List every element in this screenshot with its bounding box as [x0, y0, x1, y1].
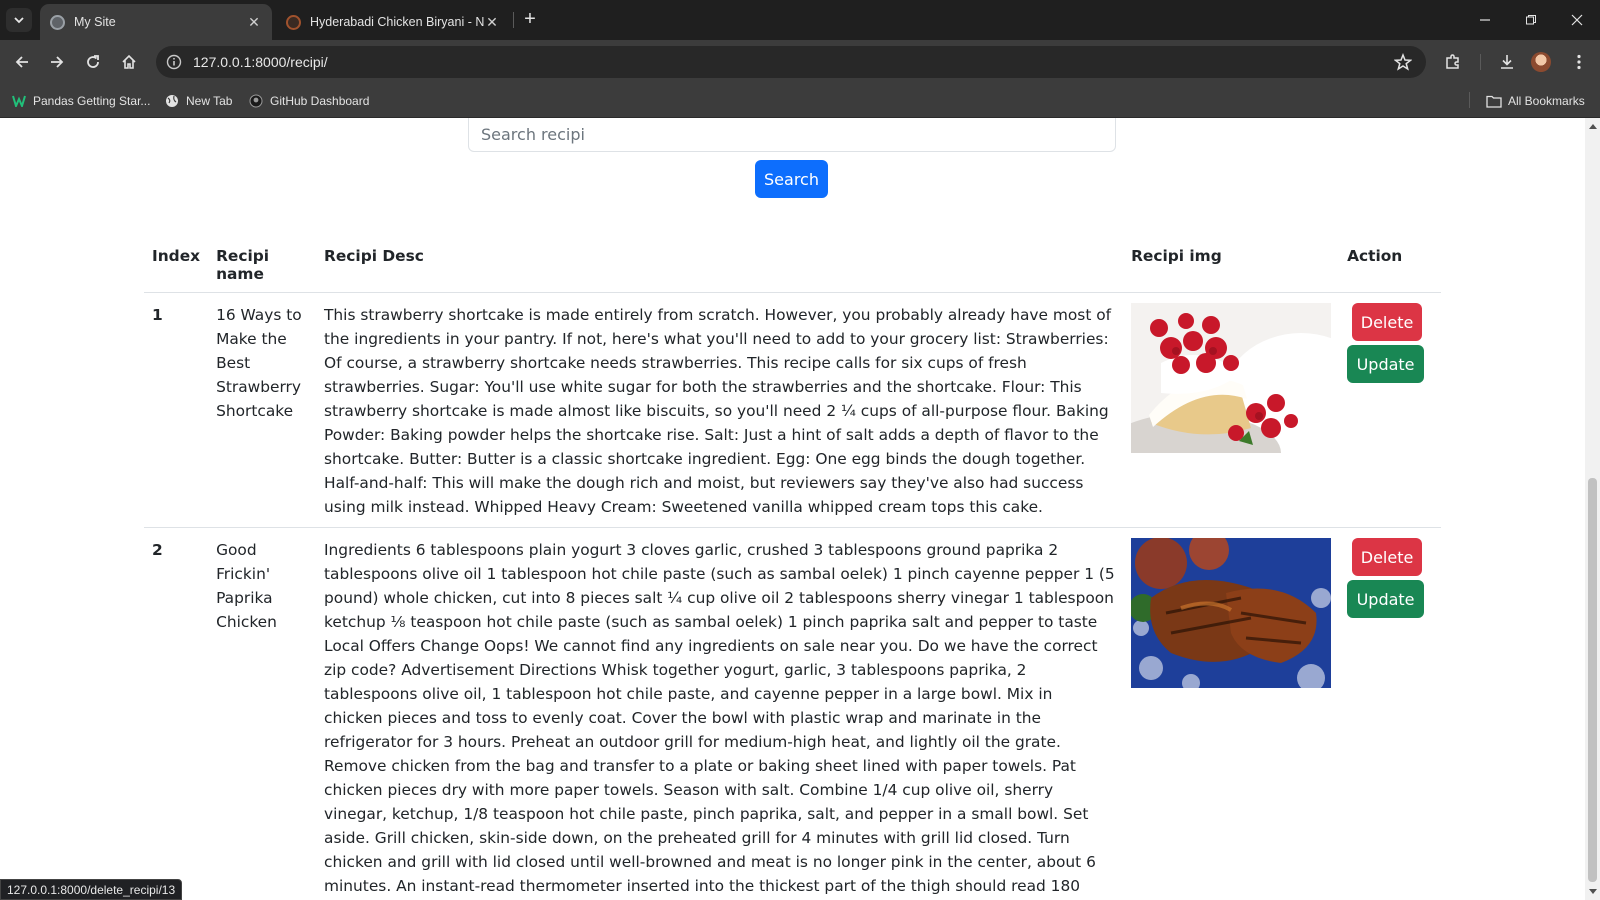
close-tab-icon[interactable]: ✕ — [246, 14, 262, 31]
table-row: 1 16 Ways to Make the Best Strawberry Sh… — [144, 292, 1441, 528]
site-favicon-icon — [286, 14, 301, 30]
bookmark-label: GitHub Dashboard — [270, 94, 370, 108]
header-img: Recipi img — [1123, 239, 1340, 293]
site-info-icon[interactable] — [165, 53, 183, 71]
site-favicon-icon — [50, 14, 65, 30]
search-button[interactable]: Search — [755, 160, 828, 198]
recipe-table: Index Recipi name Recipi Desc Recipi img… — [144, 239, 1441, 900]
address-bar[interactable]: 127.0.0.1:8000/recipi/ — [156, 46, 1426, 78]
all-bookmarks-label: All Bookmarks — [1508, 94, 1585, 108]
close-window-icon[interactable] — [1554, 0, 1600, 40]
scroll-down-arrow-icon[interactable] — [1589, 889, 1597, 894]
reload-icon[interactable] — [81, 50, 105, 74]
header-action: Action — [1339, 239, 1441, 293]
update-button[interactable]: Update — [1347, 580, 1425, 618]
menu-kebab-icon[interactable] — [1567, 50, 1591, 74]
bookmark-pandas[interactable]: Pandas Getting Star... — [11, 93, 150, 109]
search-input[interactable] — [468, 118, 1116, 152]
download-icon[interactable] — [1495, 50, 1519, 74]
github-icon — [248, 93, 264, 109]
table-header-row: Index Recipi name Recipi Desc Recipi img… — [144, 239, 1441, 293]
new-tab-icon[interactable]: + — [518, 9, 542, 31]
delete-button[interactable]: Delete — [1352, 303, 1423, 341]
delete-button[interactable]: Delete — [1352, 538, 1423, 576]
recipe-desc: Ingredients 6 tablespoons plain yogurt 3… — [316, 527, 1124, 900]
tab-separator — [513, 12, 514, 28]
profile-avatar[interactable] — [1531, 52, 1551, 72]
globe-icon — [164, 93, 180, 109]
restore-icon[interactable] — [1508, 0, 1554, 40]
bookmarks-separator — [1469, 92, 1470, 108]
paprika-chicken-photo — [1131, 538, 1332, 688]
table-row: 2 Good Frickin' Paprika Chicken Ingredie… — [144, 527, 1441, 900]
tab-search-chevron-icon[interactable] — [6, 8, 32, 32]
row-index: 2 — [144, 527, 209, 900]
back-icon[interactable] — [10, 50, 34, 74]
header-desc: Recipi Desc — [316, 239, 1124, 293]
page-scrollbar[interactable] — [1585, 118, 1600, 900]
url-text: 127.0.0.1:8000/recipi/ — [193, 54, 328, 70]
close-tab-icon[interactable]: ✕ — [484, 14, 500, 31]
tab-title: My Site — [74, 15, 116, 29]
scroll-up-arrow-icon[interactable] — [1589, 124, 1597, 129]
toolbar-separator — [1480, 54, 1481, 70]
browser-toolbar: 127.0.0.1:8000/recipi/ — [0, 40, 1600, 84]
extensions-icon[interactable] — [1441, 50, 1465, 74]
recipe-desc: This strawberry shortcake is made entire… — [316, 292, 1124, 528]
bookmark-label: New Tab — [186, 94, 233, 108]
scroll-thumb[interactable] — [1588, 478, 1597, 882]
folder-icon — [1486, 93, 1502, 109]
recipe-name: 16 Ways to Make the Best Strawberry Shor… — [208, 292, 317, 528]
tab-biryani[interactable]: Hyderabadi Chicken Biryani - N ✕ — [276, 4, 510, 40]
row-index: 1 — [144, 292, 209, 528]
header-index: Index — [144, 239, 209, 293]
tab-my-site[interactable]: My Site ✕ — [40, 4, 272, 40]
page-viewport: Search Index Recipi name Recipi Desc Rec… — [0, 118, 1585, 900]
forward-icon[interactable] — [45, 50, 69, 74]
minimize-icon[interactable] — [1462, 0, 1508, 40]
all-bookmarks[interactable]: All Bookmarks — [1486, 93, 1585, 109]
bookmark-label: Pandas Getting Star... — [33, 94, 151, 108]
bookmark-new-tab[interactable]: New Tab — [164, 93, 232, 109]
bookmark-github[interactable]: GitHub Dashboard — [248, 93, 369, 109]
bookmark-star-icon[interactable] — [1393, 52, 1413, 76]
home-icon[interactable] — [117, 50, 141, 74]
tab-title: Hyderabadi Chicken Biryani - N — [310, 15, 484, 29]
header-name: Recipi name — [208, 239, 317, 293]
tab-strip: My Site ✕ Hyderabadi Chicken Biryani - N… — [0, 0, 1600, 40]
pandas-w-icon — [11, 93, 27, 109]
recipe-name: Good Frickin' Paprika Chicken — [208, 527, 317, 900]
update-button[interactable]: Update — [1347, 345, 1425, 383]
link-status-bar: 127.0.0.1:8000/delete_recipi/13 — [0, 879, 183, 900]
bookmarks-bar: Pandas Getting Star... New Tab GitHub Da… — [0, 84, 1600, 118]
strawberry-shortcake-photo — [1131, 303, 1332, 453]
